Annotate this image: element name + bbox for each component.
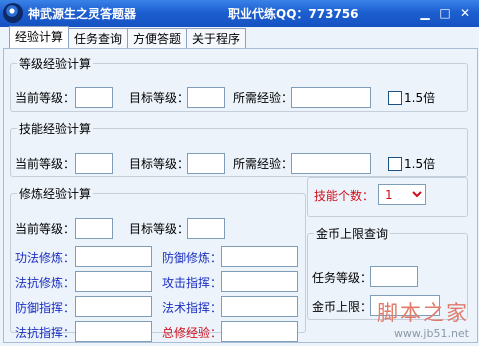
skill-current-label: 当前等级：: [15, 157, 76, 171]
skill-exp-group: 技能经验计算 当前等级： 目标等级： 所需经验： 1.5倍: [10, 120, 468, 177]
tab-panel-exp-calc: 等级经验计算 当前等级： 目标等级： 所需经验： 1.5倍 技能经验计算 当前等…: [3, 48, 478, 343]
title-bar[interactable]: 神武源生之灵答题器 职业代练QQ：773756 ▁ □ ✕: [0, 0, 479, 27]
spell-command-label: 法术指挥：: [162, 301, 223, 315]
level-current-input[interactable]: [75, 87, 113, 108]
close-icon[interactable]: ✕: [457, 5, 473, 21]
tab-exp-calc[interactable]: 经验计算: [9, 26, 70, 48]
level-multiplier-label: 1.5倍: [404, 91, 436, 105]
resist-cultivation-input[interactable]: [75, 271, 152, 292]
gold-cap-title: 金币上限查询: [316, 227, 389, 241]
defense-cultivation-label: 防御修炼：: [162, 251, 223, 265]
window-title: 神武源生之灵答题器: [28, 7, 137, 21]
tab-bar: 经验计算 任务查询 方便答题 关于程序: [9, 26, 247, 48]
cultivation-target-label: 目标等级：: [129, 222, 190, 236]
attack-command-input[interactable]: [221, 271, 298, 292]
watermark: 脚本之家 www.jb51.net: [377, 297, 469, 340]
level-multiplier-checkbox[interactable]: [388, 91, 402, 105]
defense-command-input[interactable]: [75, 296, 152, 317]
skill-multiplier-label: 1.5倍: [404, 157, 436, 171]
gold-cap-label: 金币上限：: [312, 300, 373, 314]
app-logo-icon: [3, 3, 23, 23]
task-level-input[interactable]: [370, 266, 418, 287]
minimize-icon[interactable]: ▁: [417, 5, 433, 21]
level-current-label: 当前等级：: [15, 91, 76, 105]
task-level-label: 任务等级：: [312, 271, 373, 285]
attack-command-label: 攻击指挥：: [162, 276, 223, 290]
defense-command-label: 防御指挥：: [15, 301, 76, 315]
cultivation-group: 修炼经验计算 当前等级： 目标等级： 功法修炼： 防御修炼： 法抗修炼： 攻击指…: [10, 185, 306, 342]
cultivation-target-input[interactable]: [187, 218, 225, 239]
skill-exp-title: 技能经验计算: [19, 122, 92, 136]
level-needed-exp-input[interactable]: [291, 87, 371, 108]
resist-command-input[interactable]: [75, 321, 152, 342]
tab-quick-answer[interactable]: 方便答题: [127, 28, 188, 48]
gongfa-cultivation-label: 功法修炼：: [15, 251, 76, 265]
total-exp-label: 总修经验：: [162, 326, 223, 340]
level-exp-group: 等级经验计算 当前等级： 目标等级： 所需经验： 1.5倍: [10, 55, 468, 112]
skill-count-label: 技能个数：: [314, 189, 375, 203]
tab-task-query[interactable]: 任务查询: [68, 28, 129, 48]
skill-needed-exp-label: 所需经验：: [233, 157, 294, 171]
skill-needed-exp-input[interactable]: [291, 153, 371, 174]
cultivation-current-input[interactable]: [75, 218, 113, 239]
level-needed-exp-label: 所需经验：: [233, 91, 294, 105]
gongfa-cultivation-input[interactable]: [75, 246, 152, 267]
skill-current-input[interactable]: [75, 153, 113, 174]
cultivation-title: 修炼经验计算: [19, 187, 92, 201]
tab-about[interactable]: 关于程序: [186, 28, 247, 48]
contact-qq: 职业代练QQ：773756: [228, 7, 359, 21]
spell-command-input[interactable]: [221, 296, 298, 317]
maximize-icon[interactable]: □: [437, 5, 453, 21]
skill-multiplier-checkbox[interactable]: [388, 157, 402, 171]
level-exp-title: 等级经验计算: [19, 57, 92, 71]
level-target-input[interactable]: [187, 87, 225, 108]
resist-command-label: 法抗指挥：: [15, 326, 76, 340]
skill-target-input[interactable]: [187, 153, 225, 174]
skill-target-label: 目标等级：: [129, 157, 190, 171]
skill-count-select[interactable]: 1: [378, 184, 426, 205]
resist-cultivation-label: 法抗修炼：: [15, 276, 76, 290]
defense-cultivation-input[interactable]: [221, 246, 298, 267]
watermark-text: 脚本之家: [377, 301, 469, 325]
cultivation-current-label: 当前等级：: [15, 222, 76, 236]
level-target-label: 目标等级：: [129, 91, 190, 105]
watermark-url: www.jb51.net: [393, 327, 469, 340]
skill-count-group: 技能个数： 1: [307, 177, 468, 217]
total-exp-input[interactable]: [221, 321, 298, 342]
